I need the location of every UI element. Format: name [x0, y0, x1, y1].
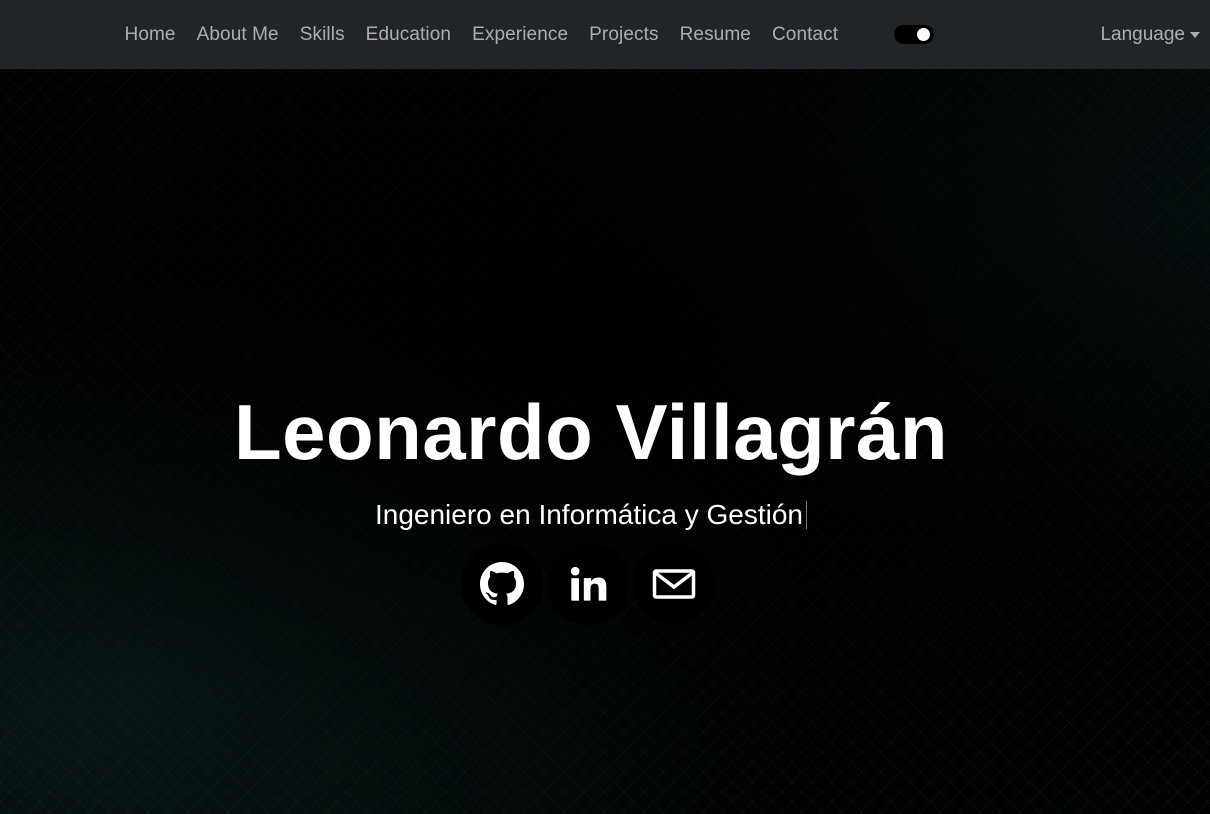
social-links [461, 543, 715, 625]
linkedin-icon [570, 566, 607, 601]
nav-link-contact[interactable]: Contact [761, 24, 848, 46]
hero-section: Leonardo Villagrán Ingeniero en Informát… [0, 69, 1210, 814]
language-dropdown[interactable]: Language [1100, 0, 1200, 69]
nav-link-home[interactable]: Home [114, 24, 186, 46]
hero-subtitle: Ingeniero en Informática y Gestión [0, 499, 1182, 531]
hero-subtitle-text: Ingeniero en Informática y Gestión [374, 499, 803, 530]
caret-down-icon [1190, 31, 1200, 38]
language-label: Language [1100, 23, 1185, 45]
nav-link-experience[interactable]: Experience [462, 24, 579, 46]
linkedin-button[interactable] [547, 543, 629, 625]
nav-link-education[interactable]: Education [355, 24, 461, 46]
navbar: Home About Me Skills Education Experienc… [0, 0, 1210, 69]
typing-cursor [806, 501, 807, 529]
email-button[interactable] [633, 543, 715, 625]
nav-link-about-me[interactable]: About Me [186, 24, 289, 46]
github-button[interactable] [461, 543, 543, 625]
mail-icon [652, 569, 696, 599]
nav-link-skills[interactable]: Skills [289, 24, 355, 46]
github-icon [480, 562, 524, 605]
nav-link-resume[interactable]: Resume [669, 24, 761, 46]
theme-toggle-switch[interactable] [894, 25, 934, 44]
hero-name: Leonardo Villagrán [233, 388, 949, 476]
toggle-knob [917, 28, 930, 41]
nav-link-projects[interactable]: Projects [579, 24, 669, 46]
nav-links: Home About Me Skills Education Experienc… [114, 0, 849, 69]
